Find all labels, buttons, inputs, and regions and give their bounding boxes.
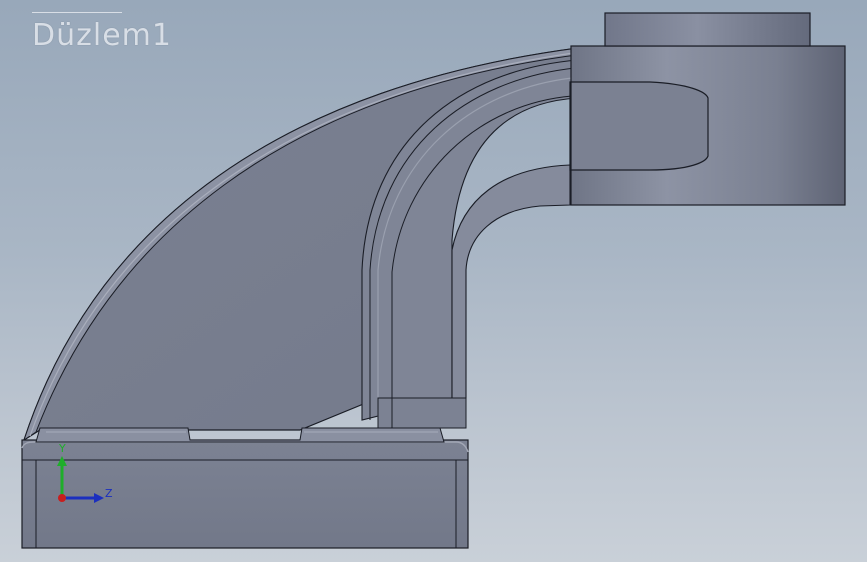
hub-cap[interactable] bbox=[604, 12, 811, 47]
triad-y-label: Y bbox=[58, 442, 66, 455]
model-part[interactable] bbox=[0, 0, 867, 562]
triad-z-label: Z bbox=[105, 487, 113, 500]
inner-curve-face[interactable] bbox=[451, 164, 571, 399]
graphics-viewport[interactable]: Düzlem1 Y Z bbox=[0, 0, 867, 562]
coordinate-triad: Y Z bbox=[57, 442, 113, 503]
lower-web[interactable] bbox=[377, 397, 467, 429]
arm-on-hub bbox=[570, 81, 709, 171]
